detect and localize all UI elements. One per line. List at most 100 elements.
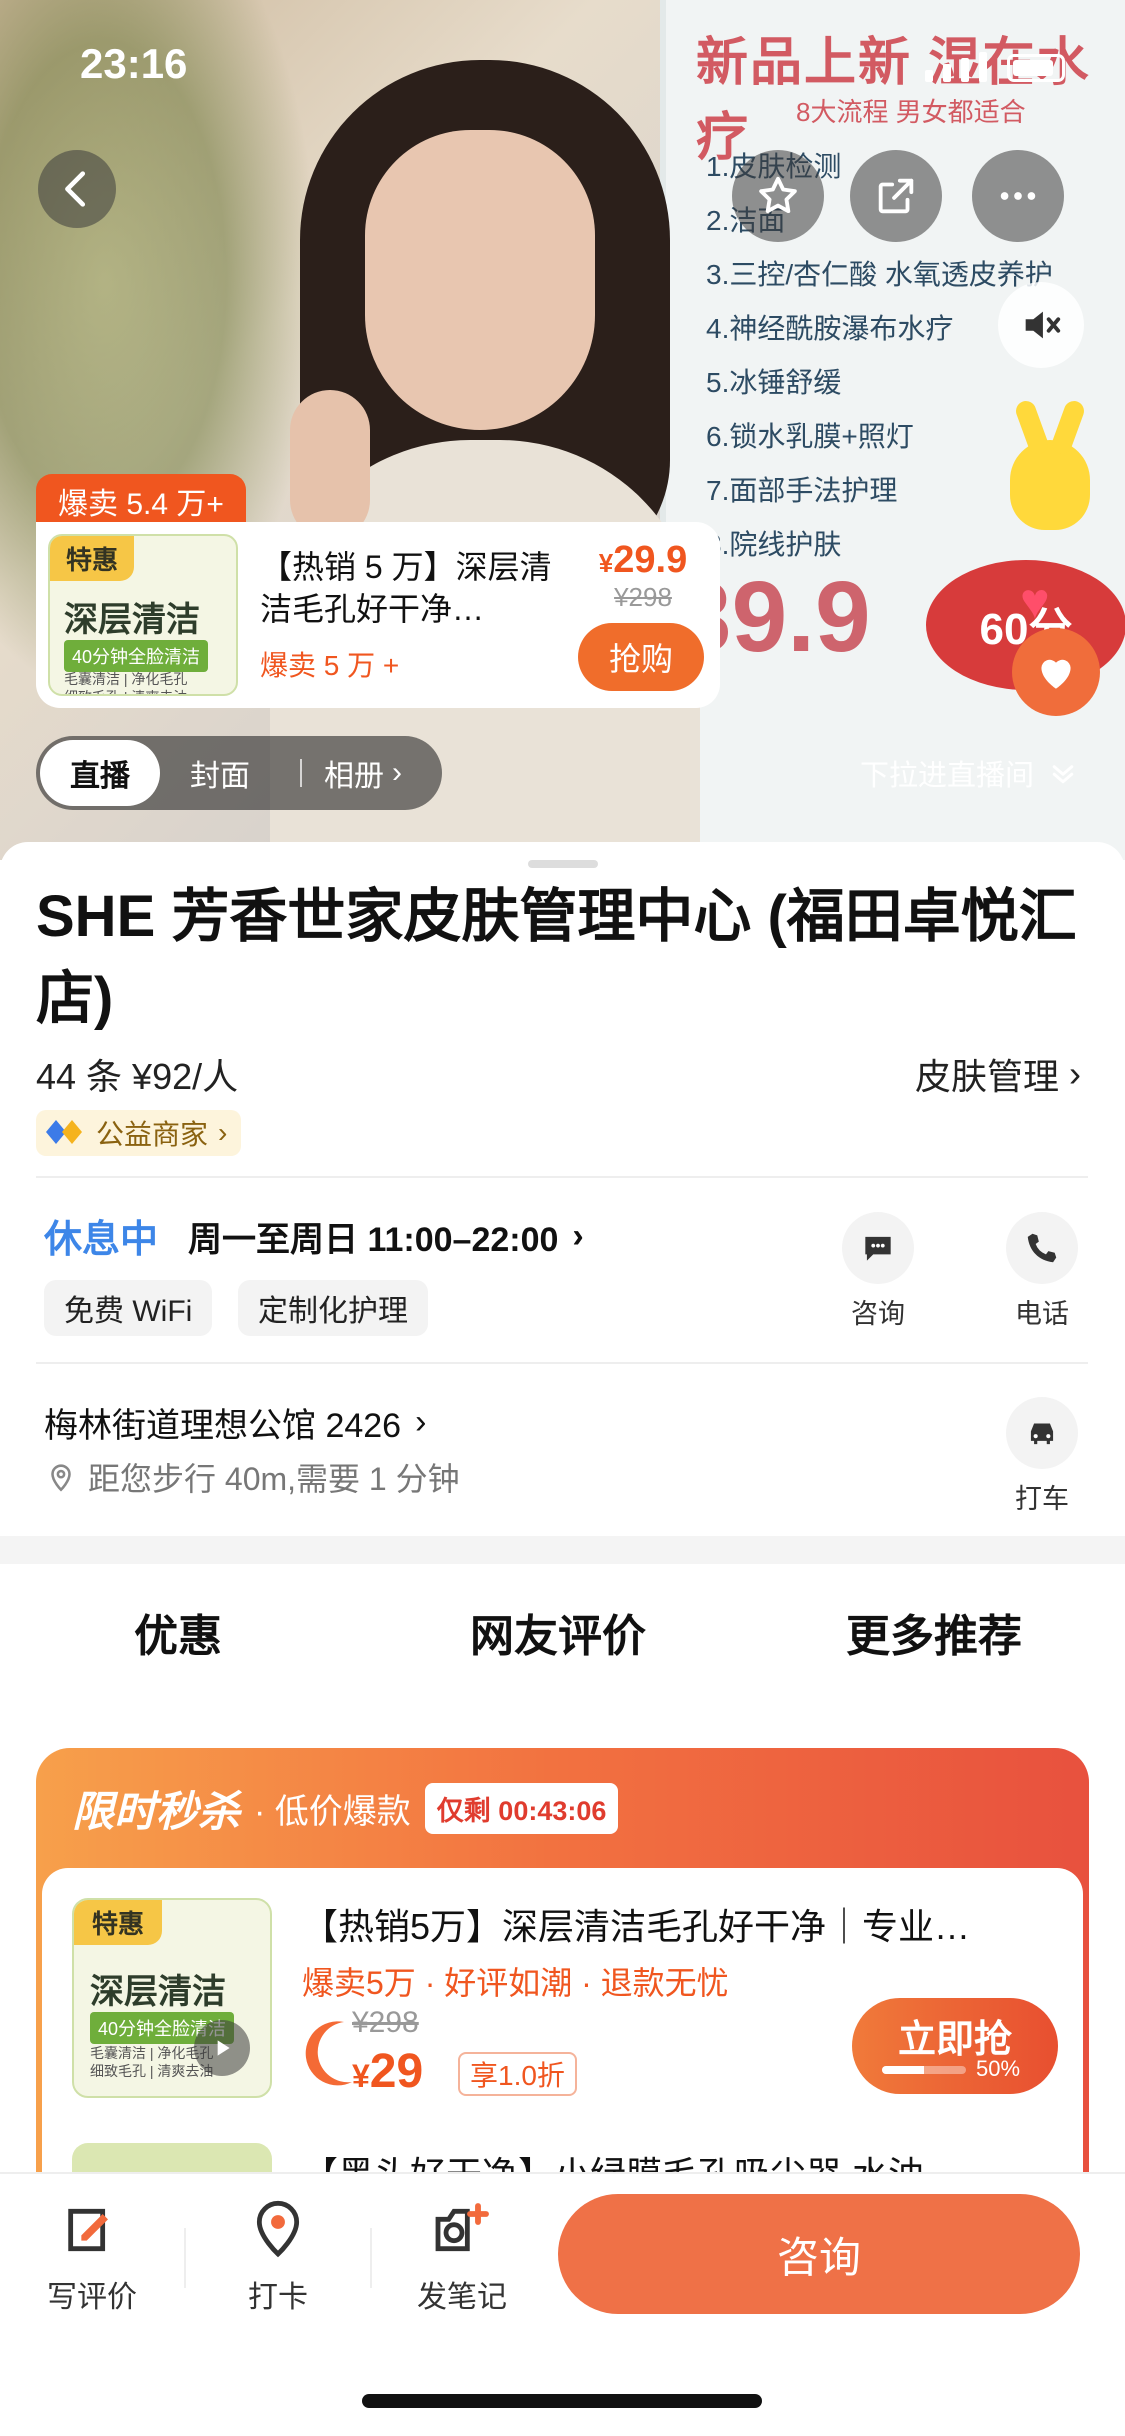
shop-address[interactable]: 梅林街道理想公馆 2426 › [44,1398,426,1447]
like-button[interactable] [1012,628,1100,716]
charity-badge[interactable]: 公益商家 › [36,1110,242,1156]
more-button[interactable] [972,150,1064,242]
deal-price: ¥29 [352,2045,424,2098]
divider [184,2228,186,2288]
divider [370,2228,372,2288]
location-icon [51,1464,71,1492]
stock-progress-label: 50% [976,2056,1021,2081]
home-indicator [362,2394,762,2408]
map-pin-icon [256,2201,300,2258]
shop-name: SHE 芳香世家皮肤管理中心 (福田卓悦汇店) [36,884,1077,1031]
divider [36,1176,1088,1178]
write-review-button[interactable]: 写评价 [22,2198,162,2316]
stock-progress-bar [882,2066,966,2074]
product-sold: 爆卖 5 万 + [260,650,400,681]
hot-sale-pill: 爆卖 5.4 万+ [36,474,246,528]
car-icon [1030,1423,1054,1445]
camera-plus-icon [435,2203,489,2252]
buy-button[interactable]: 抢购 [578,623,704,691]
sheet-grabber[interactable] [528,860,598,868]
pull-to-live-hint[interactable]: 下拉进直播间 [860,752,1078,794]
consult-button[interactable]: 咨询 [558,2194,1080,2314]
moon-icon [305,2021,352,2086]
floating-heart-icon: ♥ [1020,573,1050,629]
favorite-button[interactable] [732,150,824,242]
deal-tags: 爆卖5万 · 好评如潮 · 退款无忧 [302,1965,729,2001]
tab-cover[interactable]: 封面 [160,740,280,806]
business-hours[interactable]: 周一至周日 11:00–22:00 › [188,1212,584,1261]
chat-icon [865,1236,891,1261]
checkin-button[interactable]: 打卡 [208,2198,348,2316]
chevron-right-icon: › [572,1217,584,1255]
chevron-right-icon: › [392,756,402,789]
chevron-right-icon: › [415,1403,427,1441]
phone-action[interactable]: 电话 [992,1212,1092,1331]
status-icons [925,52,1065,82]
tab-reviews[interactable]: 网友评价 [470,1600,646,1664]
chip-custom-care: 定制化护理 [238,1280,428,1336]
board-step: 7.面部手法护理 [706,475,898,506]
share-icon [878,178,914,214]
content-tabs: 优惠 网友评价 更多推荐 [0,1600,1125,1690]
play-icon[interactable] [194,2020,250,2076]
diamond-icon [46,1120,82,1144]
double-chevron-down-icon [1052,765,1074,784]
product-name: 【热销 5 万】深层清洁毛孔好干净… [260,549,552,627]
chevron-left-icon [65,171,86,207]
taxi-action[interactable]: 打车 [992,1397,1092,1516]
special-tag: 特惠 [50,536,135,581]
thumb-title: 深层清洁 [90,1972,226,2012]
product-orig-price: ¥298 [614,582,672,612]
share-button[interactable] [850,150,942,242]
board-step: 6.锁水乳膜+照灯 [706,421,914,452]
divider [36,1362,1088,1364]
tab-recommend[interactable]: 更多推荐 [846,1600,1022,1664]
thumb-badge: 40分钟全脸清洁 [64,640,209,672]
board-step: 5.冰锤舒缓 [706,367,842,398]
thumb-lines: 毛囊清洁 | 净化毛孔 细致毛孔 | 清爽去油 [64,671,188,694]
media-tabs: 直播 封面 相册 › [36,736,442,810]
more-icon [1000,192,1036,200]
chevron-right-icon: › [218,1117,228,1148]
chip-wifi: 免费 WiFi [44,1280,213,1336]
shop-reviews-price[interactable]: 44 条 ¥92/人 [36,1048,238,1100]
post-note-button[interactable]: 发笔记 [392,2198,532,2316]
heart-icon [1041,659,1071,689]
countdown-badge: 仅剩 00:43:06 [424,1783,619,1834]
status-time: 23:16 [80,40,188,87]
star-icon [759,176,797,214]
edit-icon [68,2208,108,2252]
consult-action[interactable]: 咨询 [828,1212,928,1331]
mute-button[interactable] [998,282,1084,368]
special-tag: 特惠 [74,1900,163,1945]
board-subtitle: 8大流程 男女都适合 [796,97,1026,127]
battery-icon [1007,54,1065,82]
flash-sale-title: 限时秒杀 [72,1788,241,1835]
product-thumbnail: 特惠 深层清洁 40分钟全脸清洁 毛囊清洁 | 净化毛孔 细致毛孔 | 清爽去油 [48,534,238,696]
deal-orig-price: ¥298 [352,2006,419,2039]
walking-distance: 距您步行 40m,需要 1 分钟 [44,1454,460,1500]
tab-album[interactable]: 相册 › [302,740,432,806]
tab-live[interactable]: 直播 [40,740,160,806]
live-video-hero[interactable]: 新品上新 湿在水疗 8大流程 男女都适合 1.皮肤检测2.洁面3.三控/杏仁酸 … [0,0,1125,860]
deal-thumbnail[interactable]: 特惠 深层清洁 40分钟全脸清洁 毛囊清洁 | 净化毛孔 细致毛孔 | 清爽去油 [72,1898,272,2098]
thumb-title: 深层清洁 [64,600,200,640]
deal-discount: 享1.0折 [458,2052,577,2096]
speaker-muted-icon [1025,311,1061,339]
live-product-card[interactable]: 特惠 深层清洁 40分钟全脸清洁 毛囊清洁 | 净化毛孔 细致毛孔 | 清爽去油… [36,522,720,708]
board-step: 3.三控/杏仁酸 水氧透皮养护 [706,259,1053,290]
grab-now-button[interactable]: 立即抢 50% [852,1998,1058,2094]
flash-sale-subtitle: · 低价爆款 [254,1793,411,1831]
chevron-right-icon: › [1069,1053,1081,1094]
shop-info-sheet: SHE 芳香世家皮肤管理中心 (福田卓悦汇店) 44 条 ¥92/人 皮肤管理 ›… [0,842,1125,1542]
section-gap [0,1536,1125,1564]
grab-label: 立即抢 [897,2019,1012,2061]
back-button[interactable] [38,150,116,228]
flash-sale-header: 限时秒杀 · 低价爆款 仅剩 00:43:06 [72,1778,619,1839]
product-price: ¥29.9 [598,539,688,581]
mascot-icon [1010,440,1090,530]
shop-category[interactable]: 皮肤管理 › [915,1048,1081,1100]
phone-icon [1027,1233,1057,1263]
deal-name: 【热销5万】深层清洁毛孔好干净｜专业… [302,1906,971,1947]
tab-deals[interactable]: 优惠 [134,1600,222,1668]
